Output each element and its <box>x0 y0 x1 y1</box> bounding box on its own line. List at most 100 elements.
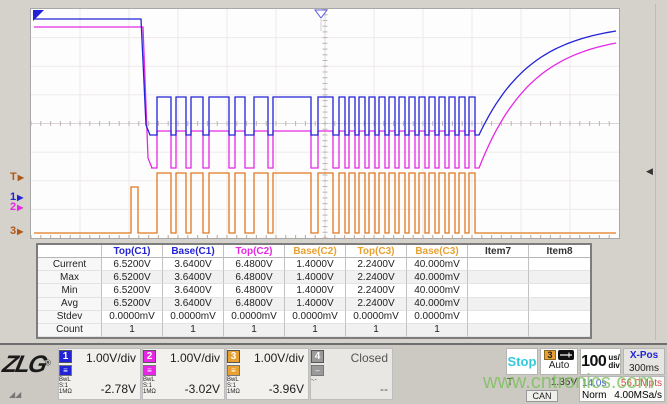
channel-4-box[interactable]: 4 –-.- Closed -- <box>310 348 393 400</box>
table-cell: 6.5200V <box>102 298 163 311</box>
channel-2-ground-marker[interactable]: 2▶ <box>10 202 23 213</box>
table-header-Top(C1): Top(C1) <box>102 245 163 258</box>
side-slider-marker[interactable]: ◀ <box>646 167 653 176</box>
table-cell: 3.6400V <box>163 258 224 271</box>
table-header-Base(C3): Base(C3) <box>407 245 468 258</box>
channel-number-badge: 2 <box>143 350 156 363</box>
oscilloscope-screen: T▶1▶2▶3▶ ◀ Top(C1)Base(C1)Top(C2)Base(C2… <box>0 0 667 404</box>
coupling-icon: – <box>311 365 324 376</box>
table-cell <box>468 258 529 271</box>
channel-3-ground-marker[interactable]: 3▶ <box>10 226 23 237</box>
table-cell: 0.0000mV <box>163 311 224 324</box>
table-cell: 6.5200V <box>102 271 163 284</box>
watermark: www.cntronics.com <box>483 371 654 394</box>
channel-offset: -3.02V <box>160 382 220 396</box>
table-cell: 1 <box>224 324 285 337</box>
table-cell: 6.5200V <box>102 258 163 271</box>
table-cell <box>529 311 590 324</box>
table-header-Base(C2): Base(C2) <box>285 245 346 258</box>
marker-arrow-icon: ▶ <box>18 173 24 182</box>
table-cell: 1 <box>163 324 224 337</box>
marker-arrow-icon: ▶ <box>17 203 23 212</box>
table-cell: 40.000mV <box>407 258 468 271</box>
table-cell <box>529 258 590 271</box>
channel-2-box[interactable]: 2 ≡BwL S:1 1MΩ1.00V/div-3.02V <box>142 348 225 400</box>
table-cell: 0.0000mV <box>102 311 163 324</box>
timebase-unit: us/ div <box>608 354 620 370</box>
table-row-label: Max <box>38 271 102 284</box>
table-cell <box>529 284 590 297</box>
coupling-icon: ≡ <box>59 365 72 376</box>
table-cell: 0.0000mV <box>407 311 468 324</box>
timebase-value: 100 <box>581 353 606 371</box>
trigger-mode-label: Auto <box>541 360 577 371</box>
trigger-source-badge: 3 <box>544 350 556 360</box>
table-cell <box>529 324 590 337</box>
table-cell <box>468 284 529 297</box>
volts-per-div: 1.00V/div <box>76 351 136 365</box>
table-cell: 0.0000mV <box>346 311 407 324</box>
table-cell <box>468 324 529 337</box>
volts-per-div: 1.00V/div <box>244 351 304 365</box>
table-cell <box>468 271 529 284</box>
table-cell: 6.4800V <box>224 258 285 271</box>
channel-probe-info: BwL S:1 1MΩ <box>143 377 156 395</box>
channel-readout: 1.00V/div-2.78V <box>74 349 140 399</box>
channel-readout: 1.00V/div-3.02V <box>158 349 224 399</box>
table-row-label: Current <box>38 258 102 271</box>
table-cell: 6.4800V <box>224 298 285 311</box>
table-header-Top(C2): Top(C2) <box>224 245 285 258</box>
channel-readout: Closed -- <box>326 349 392 399</box>
table-row-label: Stdev <box>38 311 102 324</box>
coupling-icon: ≡ <box>143 365 156 376</box>
channel-badge-column: 3 ≡BwL S:1 1MΩ <box>227 349 242 399</box>
table-cell: 1 <box>285 324 346 337</box>
table-cell: 6.5200V <box>102 284 163 297</box>
channel-1-box[interactable]: 1 ≡BwL S:1 1MΩ1.00V/div-2.78V <box>58 348 141 400</box>
table-cell <box>468 311 529 324</box>
trigger-level-marker[interactable]: T▶ <box>10 172 24 183</box>
channel-number-badge: 1 <box>59 350 72 363</box>
channel-number-badge: 4 <box>311 350 324 363</box>
table-cell: 0.0000mV <box>224 311 285 324</box>
table-cell: 1 <box>407 324 468 337</box>
table-header-Item7: Item7 <box>468 245 529 258</box>
channel-probe-info: BwL S:1 1MΩ <box>59 377 72 395</box>
table-cell: 6.4800V <box>224 284 285 297</box>
channel-3-box[interactable]: 3 ≡BwL S:1 1MΩ1.00V/div-3.96V <box>226 348 309 400</box>
table-cell: 1 <box>102 324 163 337</box>
table-cell: 2.2400V <box>346 284 407 297</box>
table-cell <box>468 298 529 311</box>
table-cell <box>529 271 590 284</box>
table-cell: 3.6400V <box>163 284 224 297</box>
channel-number-badge: 3 <box>227 350 240 363</box>
table-corner-cell <box>38 245 102 258</box>
coupling-icon: ≡ <box>227 365 240 376</box>
table-row-label: Min <box>38 284 102 297</box>
run-state-label: Stop <box>508 354 537 369</box>
table-row-label: Avg <box>38 298 102 311</box>
table-cell: 1.4000V <box>285 284 346 297</box>
trigger-coupling-icon <box>558 350 574 360</box>
table-cell: 6.4800V <box>224 271 285 284</box>
marker-arrow-icon: ▶ <box>17 227 23 236</box>
table-cell: 0.0000mV <box>285 311 346 324</box>
channel-probe-info: BwL S:1 1MΩ <box>227 377 240 395</box>
table-cell: 40.000mV <box>407 284 468 297</box>
logo-hatch-decoration: ◢◢ <box>9 390 21 399</box>
table-cell: 3.6400V <box>163 298 224 311</box>
channel-readout: 1.00V/div-3.96V <box>242 349 308 399</box>
table-header-Item8: Item8 <box>529 245 590 258</box>
table-cell: 1.4000V <box>285 298 346 311</box>
volts-per-div: Closed <box>328 351 388 365</box>
table-cell: 1 <box>346 324 407 337</box>
waveform-canvas <box>31 9 619 238</box>
channel-probe-info: -.- <box>311 377 317 383</box>
waveform-plot <box>30 8 620 239</box>
table-row-label: Count <box>38 324 102 337</box>
table-cell: 1.4000V <box>285 271 346 284</box>
zlg-logo: ZLG® ◢◢ <box>3 351 56 399</box>
channel-badge-column: 4 –-.- <box>311 349 326 399</box>
channel-settings-bar: 1≡BwL S:1 1MΩ1.00V/div-2.78V2≡BwL S:1 1M… <box>58 348 393 400</box>
channel-offset: -- <box>328 382 388 396</box>
